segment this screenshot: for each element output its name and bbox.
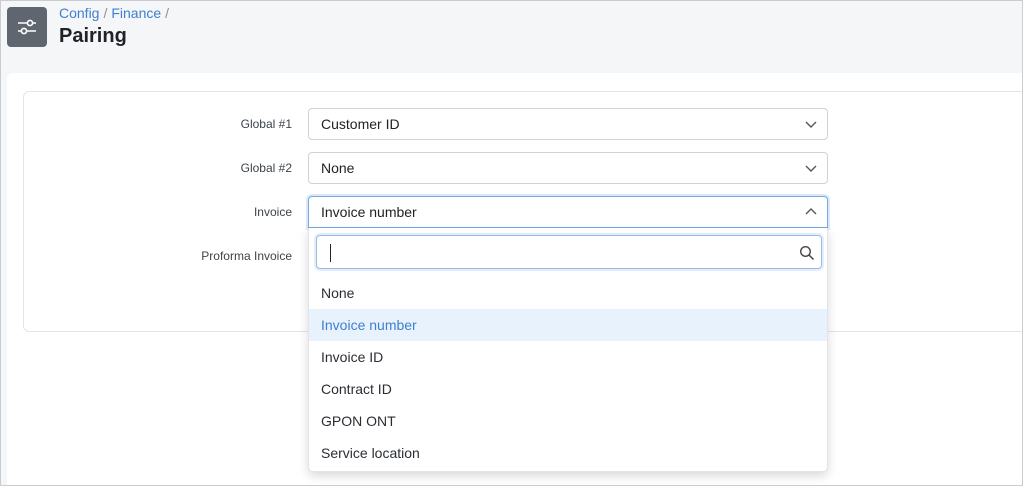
text-cursor bbox=[330, 244, 331, 262]
invoice-value: Invoice number bbox=[321, 204, 417, 220]
form-row-global-1: Global #1 Customer ID bbox=[24, 108, 1022, 140]
option-gpon-ont[interactable]: GPON ONT bbox=[309, 405, 827, 437]
global-1-label: Global #1 bbox=[240, 117, 292, 131]
option-contract-id[interactable]: Contract ID bbox=[309, 373, 827, 405]
proforma-invoice-label: Proforma Invoice bbox=[201, 249, 292, 263]
global-2-value: None bbox=[321, 160, 355, 176]
global-1-value: Customer ID bbox=[321, 116, 400, 132]
option-invoice-id[interactable]: Invoice ID bbox=[309, 341, 827, 373]
chevron-down-icon bbox=[805, 121, 817, 128]
invoice-dropdown-menu: None Invoice number Invoice ID Contract … bbox=[308, 228, 828, 472]
global-2-select[interactable]: None bbox=[308, 152, 828, 184]
sliders-icon bbox=[7, 7, 47, 47]
option-none[interactable]: None bbox=[309, 277, 827, 309]
page-title: Pairing bbox=[59, 25, 127, 47]
search-icon bbox=[799, 245, 815, 261]
app-window: Config / Finance / Pairing Global #1 Custom… bbox=[0, 0, 1023, 486]
breadcrumb: Config / Finance / bbox=[59, 5, 173, 21]
dropdown-search-input[interactable] bbox=[316, 235, 822, 269]
chevron-down-icon bbox=[805, 165, 817, 172]
page-header: Config / Finance / Pairing bbox=[1, 1, 1022, 71]
global-1-select[interactable]: Customer ID bbox=[308, 108, 828, 140]
breadcrumb-config[interactable]: Config bbox=[59, 5, 99, 21]
dropdown-options: None Invoice number Invoice ID Contract … bbox=[309, 277, 827, 469]
breadcrumb-finance[interactable]: Finance bbox=[111, 5, 161, 21]
option-service-location[interactable]: Service location bbox=[309, 437, 827, 469]
option-invoice-number[interactable]: Invoice number bbox=[309, 309, 827, 341]
form-row-global-2: Global #2 None bbox=[24, 152, 1022, 184]
form-row-invoice: Invoice Invoice number bbox=[24, 196, 1022, 228]
breadcrumb-separator: / bbox=[165, 5, 170, 21]
invoice-select[interactable]: Invoice number bbox=[308, 196, 828, 228]
chevron-up-icon bbox=[805, 208, 817, 215]
global-2-label: Global #2 bbox=[240, 161, 292, 175]
breadcrumb-separator: / bbox=[103, 5, 108, 21]
invoice-label: Invoice bbox=[253, 205, 292, 219]
